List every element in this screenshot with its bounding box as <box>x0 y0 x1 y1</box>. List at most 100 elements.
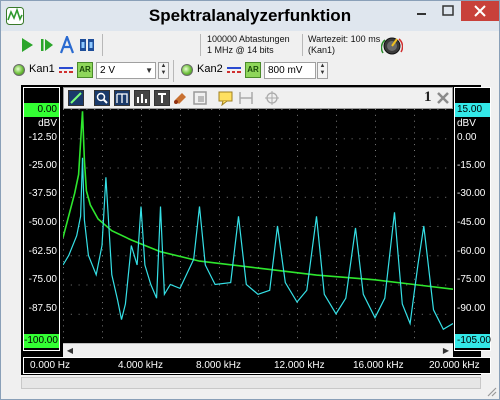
plot-horizontal-scrollbar[interactable]: ◀ ▶ <box>63 343 453 357</box>
play-icon[interactable] <box>19 36 35 54</box>
grid-dot <box>78 138 80 140</box>
grid-dot <box>445 109 447 110</box>
grid-dot <box>343 284 345 286</box>
grid-dot <box>297 214 298 216</box>
grid-dot <box>102 278 103 280</box>
bar-graph-icon[interactable] <box>134 90 150 106</box>
channel2-range-select[interactable]: 800 mV <box>264 62 316 79</box>
grid-dot <box>180 313 181 315</box>
maximize-icon[interactable] <box>435 1 461 21</box>
grid-dot <box>336 179 337 181</box>
close-icon[interactable] <box>461 1 499 21</box>
grid-dot <box>297 337 298 339</box>
channel1-enable-led[interactable] <box>13 64 25 76</box>
grid-dot <box>133 109 135 110</box>
grid-dot <box>180 173 181 175</box>
grid-dot <box>242 109 244 110</box>
grid-dot <box>187 284 189 286</box>
grid-dot <box>336 109 337 110</box>
grid-dot <box>86 255 88 257</box>
text-icon[interactable] <box>154 90 170 106</box>
grid-dot <box>351 138 353 140</box>
grid-dot <box>141 249 142 251</box>
grid-dot <box>336 255 337 257</box>
channel-display-icon[interactable] <box>79 36 95 54</box>
grid-dot <box>219 284 220 286</box>
grid-dot <box>117 284 119 286</box>
single-step-icon[interactable] <box>39 36 55 54</box>
grid-dot <box>219 226 220 227</box>
grid-dot <box>297 261 298 263</box>
scroll-left-icon[interactable]: ◀ <box>64 345 76 356</box>
close-plot-icon[interactable] <box>435 90 451 106</box>
grid-dot <box>156 138 158 140</box>
left-axis-tick: -12.50 <box>28 132 57 143</box>
grid-dot <box>219 307 220 309</box>
grid-dot <box>445 313 447 315</box>
grid-dot <box>172 226 174 227</box>
grid-dot <box>195 313 197 315</box>
grid-dot <box>141 185 142 186</box>
grid-dot <box>102 331 103 333</box>
trace-style-icon[interactable] <box>68 90 84 106</box>
grid-dot <box>250 167 252 169</box>
channel1-autorange-button[interactable]: AR <box>77 62 93 78</box>
grid-dot <box>141 120 142 122</box>
channel1-range-select[interactable]: 2 V ▼ <box>96 62 156 79</box>
grid-dot <box>164 226 166 227</box>
grid-dot <box>180 179 181 181</box>
grid-dot <box>375 202 376 204</box>
measure-icon[interactable] <box>114 90 130 106</box>
grid-dot <box>102 307 103 309</box>
marker-icon[interactable] <box>172 90 188 106</box>
minimize-icon[interactable] <box>408 1 435 21</box>
grid-dot <box>258 109 259 110</box>
resize-grip-icon[interactable] <box>485 385 497 397</box>
grid-dot <box>320 196 322 198</box>
grid-dot <box>312 138 314 140</box>
grid-dot <box>258 155 259 157</box>
annotate-icon[interactable] <box>218 90 234 106</box>
grid-dot <box>187 226 189 227</box>
window-horizontal-scrollbar[interactable] <box>21 377 481 389</box>
auto-setup-icon[interactable] <box>59 36 75 54</box>
grid-dot <box>273 109 275 110</box>
channel1-range-spinner[interactable]: ▲ ▼ <box>158 62 169 79</box>
channel2-autorange-button[interactable]: AR <box>245 62 261 78</box>
grid-dot <box>70 196 72 198</box>
cursor-icon[interactable] <box>264 90 280 106</box>
grid-dot <box>94 138 96 140</box>
spectrum-plot[interactable] <box>63 109 453 343</box>
dc-coupling-icon[interactable] <box>227 65 241 75</box>
grid-dot <box>304 167 306 169</box>
grid-dot <box>102 272 103 274</box>
grid-dot <box>125 284 127 286</box>
grid-dot <box>336 190 337 192</box>
dc-coupling-icon[interactable] <box>59 65 73 75</box>
channel2-range-spinner[interactable]: ▲ ▼ <box>317 62 328 79</box>
channel2-enable-led[interactable] <box>181 64 193 76</box>
grid-dot <box>86 167 88 169</box>
zoom-icon[interactable] <box>94 90 110 106</box>
grid-dot <box>180 120 181 122</box>
grid-dot <box>141 307 142 309</box>
grid-dot <box>226 167 228 169</box>
ruler-icon[interactable] <box>238 90 254 106</box>
grid-dot <box>258 185 259 186</box>
grid-dot <box>414 302 415 304</box>
grid-dot <box>219 161 220 163</box>
scroll-right-icon[interactable]: ▶ <box>440 345 452 356</box>
grid-dot <box>421 255 423 257</box>
grid-dot <box>336 284 337 286</box>
grid-dot <box>141 144 142 146</box>
grid-dot <box>273 226 275 227</box>
grid-dot <box>63 173 64 175</box>
grid-dot <box>148 226 150 227</box>
grid-dot <box>375 272 376 274</box>
grid-dot <box>219 231 220 233</box>
wait-time-knob-icon[interactable] <box>381 35 403 57</box>
fit-window-icon[interactable] <box>192 90 208 106</box>
grid-dot <box>219 337 220 339</box>
grid-dot <box>336 185 337 186</box>
grid-dot <box>336 138 337 140</box>
